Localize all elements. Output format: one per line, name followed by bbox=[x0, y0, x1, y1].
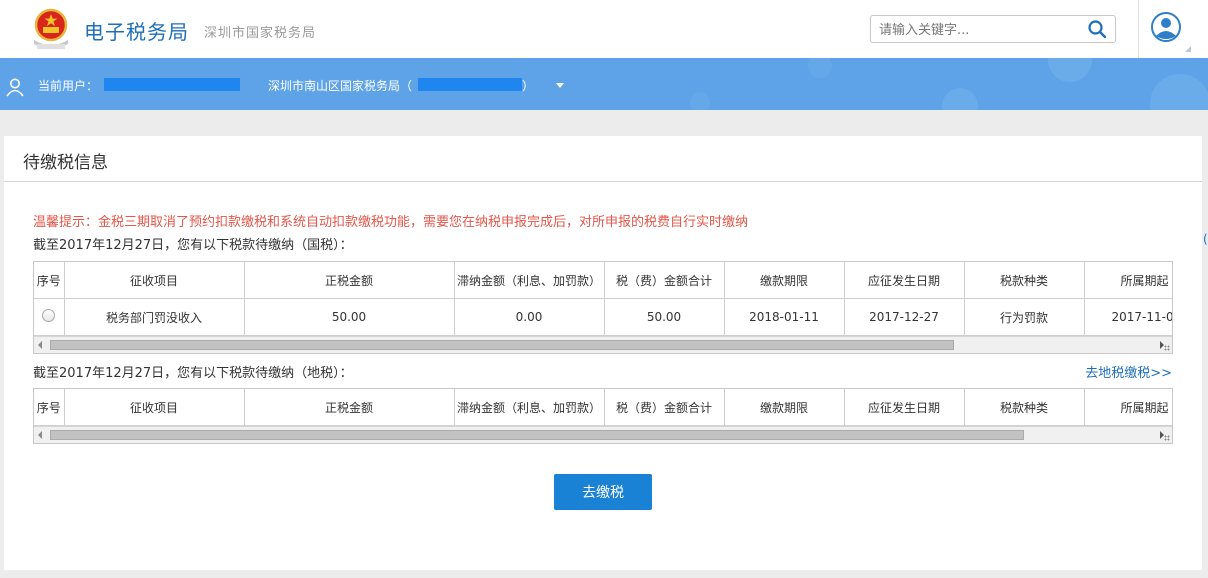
title-divider bbox=[4, 181, 1202, 182]
redacted-office-id bbox=[418, 78, 522, 91]
user-icon bbox=[6, 78, 24, 97]
scroll-left-icon[interactable] bbox=[38, 431, 42, 439]
column-header: 所属期起 bbox=[1084, 389, 1172, 426]
search-box bbox=[870, 15, 1116, 43]
go-local-tax-link[interactable]: 去地税缴税>> bbox=[1085, 362, 1172, 381]
scrollbar-thumb[interactable] bbox=[50, 430, 1024, 440]
column-header: 缴款期限 bbox=[724, 389, 845, 426]
cell-period-start: 2017-11-01 bbox=[1084, 298, 1172, 336]
warm-tip: 温馨提示：金税三期取消了预约扣款缴税和系统自动扣款缴税功能，需要您在纳税申报完成… bbox=[33, 215, 749, 230]
user-avatar-icon[interactable] bbox=[1151, 12, 1181, 42]
search-icon[interactable] bbox=[1087, 19, 1107, 39]
resize-grip-icon bbox=[1164, 345, 1170, 351]
national-tax-table: 序号 征收项目 正税金额 滞纳金额（利息、加罚款） 税（费）金额合计 缴款期限 … bbox=[33, 261, 1173, 354]
scrollbar-thumb[interactable] bbox=[50, 340, 954, 350]
column-header: 税款种类 bbox=[964, 262, 1085, 299]
tax-office-label-close: ） bbox=[522, 79, 535, 93]
column-header: 滞纳金额（利息、加罚款） bbox=[454, 262, 605, 299]
national-tax-label: 截至2017年12月27日，您有以下税款待缴纳（国税）： bbox=[33, 238, 353, 253]
horizontal-scrollbar[interactable] bbox=[34, 336, 1172, 353]
scroll-left-icon[interactable] bbox=[38, 341, 42, 349]
page-title: 待缴税信息 bbox=[23, 153, 108, 173]
column-header: 正税金额 bbox=[244, 389, 455, 426]
column-header: 正税金额 bbox=[244, 262, 455, 299]
column-header: 所属期起 bbox=[1084, 262, 1172, 299]
top-header: 电子税务局 深圳市国家税务局 bbox=[0, 0, 1208, 58]
table-header-row: 序号 征收项目 正税金额 滞纳金额（利息、加罚款） 税（费）金额合计 缴款期限 … bbox=[34, 389, 1172, 426]
column-header: 征收项目 bbox=[64, 262, 245, 299]
column-header: 缴款期限 bbox=[724, 262, 845, 299]
current-user-label: 当前用户： bbox=[38, 79, 99, 93]
resize-grip-icon bbox=[1164, 435, 1170, 441]
row-select-cell[interactable] bbox=[34, 298, 65, 336]
app-title: 电子税务局 bbox=[84, 20, 189, 44]
chevron-down-icon[interactable] bbox=[556, 83, 564, 88]
table-row[interactable]: 税务部门罚没收入 50.00 0.00 50.00 2018-01-11 201… bbox=[34, 298, 1172, 336]
table-header-row: 序号 征收项目 正税金额 滞纳金额（利息、加罚款） 税（费）金额合计 缴款期限 … bbox=[34, 262, 1172, 299]
cell-tax-amount: 50.00 bbox=[244, 298, 455, 336]
user-info-bar: 当前用户： 深圳市南山区国家税务局（ ） bbox=[0, 58, 1208, 110]
local-tax-label: 截至2017年12月27日，您有以下税款待缴纳（地税）： bbox=[33, 366, 353, 381]
cell-occur-date: 2017-12-27 bbox=[844, 298, 965, 336]
column-header: 序号 bbox=[34, 262, 65, 299]
column-header: 征收项目 bbox=[64, 389, 245, 426]
column-header: 应征发生日期 bbox=[844, 262, 965, 299]
cell-total: 50.00 bbox=[604, 298, 725, 336]
horizontal-scrollbar[interactable] bbox=[34, 426, 1172, 443]
app-subtitle: 深圳市国家税务局 bbox=[204, 26, 317, 41]
redacted-user-name bbox=[104, 78, 240, 91]
row-select-radio[interactable] bbox=[42, 309, 56, 322]
user-menu[interactable] bbox=[1138, 0, 1197, 58]
column-header: 税款种类 bbox=[964, 389, 1085, 426]
column-header: 应征发生日期 bbox=[844, 389, 965, 426]
cell-tax-type: 行为罚款 bbox=[964, 298, 1085, 336]
pending-tax-panel: 待缴税信息 温馨提示：金税三期取消了预约扣款缴税和系统自动扣款缴税功能，需要您在… bbox=[4, 136, 1208, 570]
search-input[interactable] bbox=[877, 20, 1081, 40]
side-mark: ( bbox=[1203, 232, 1208, 246]
cell-late-fee: 0.00 bbox=[454, 298, 605, 336]
column-header: 序号 bbox=[34, 389, 65, 426]
cell-item: 税务部门罚没收入 bbox=[64, 298, 245, 336]
local-tax-table: 序号 征收项目 正税金额 滞纳金额（利息、加罚款） 税（费）金额合计 缴款期限 … bbox=[33, 388, 1173, 444]
resize-corner-icon bbox=[1185, 46, 1191, 52]
column-header: 税（费）金额合计 bbox=[604, 262, 725, 299]
column-header: 税（费）金额合计 bbox=[604, 389, 725, 426]
column-header: 滞纳金额（利息、加罚款） bbox=[454, 389, 605, 426]
national-emblem-icon bbox=[34, 8, 68, 49]
cell-deadline: 2018-01-11 bbox=[724, 298, 845, 336]
pay-tax-button[interactable]: 去缴税 bbox=[554, 474, 652, 510]
tax-office-label: 深圳市南山区国家税务局（ bbox=[268, 79, 413, 93]
